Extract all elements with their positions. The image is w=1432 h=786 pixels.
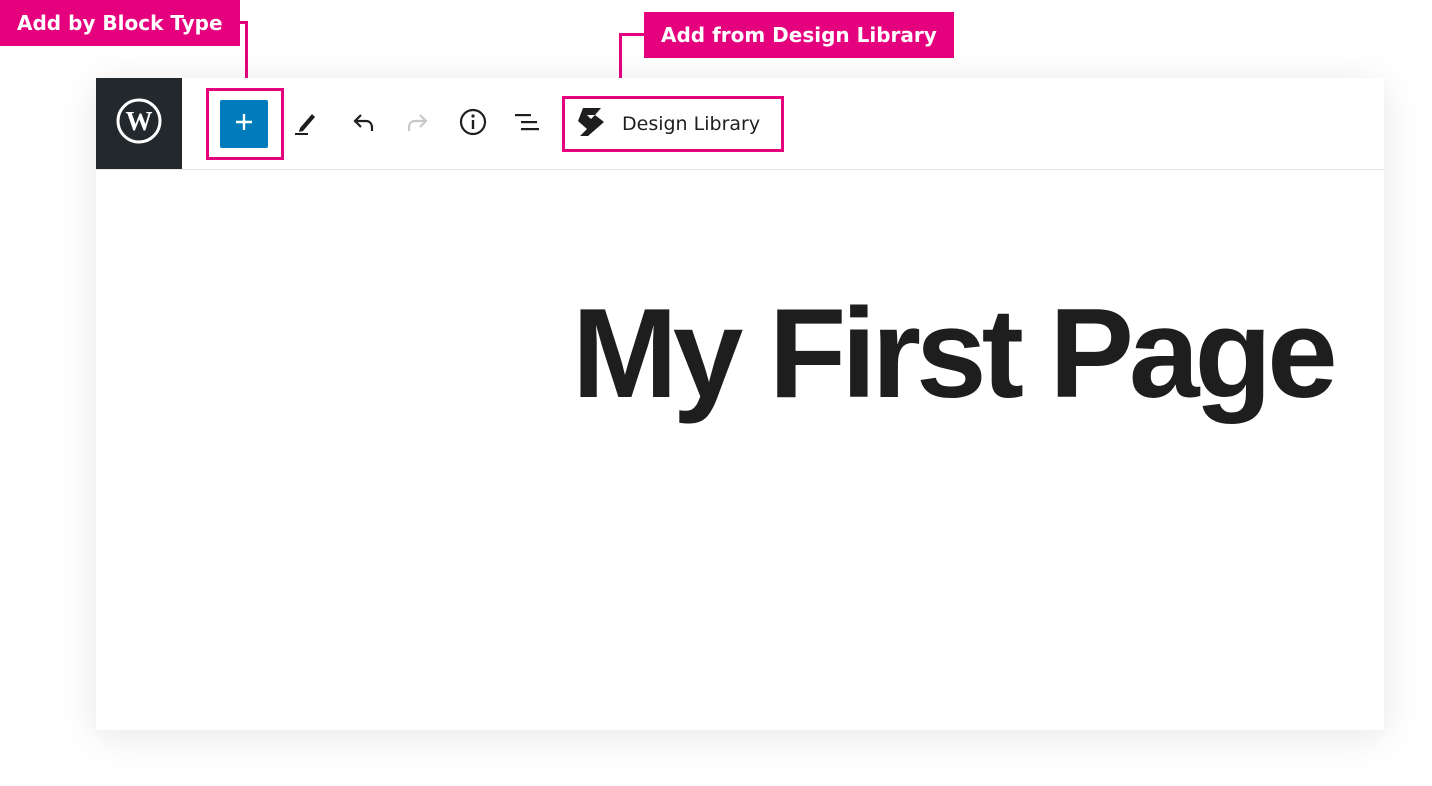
wordpress-logo-button[interactable]: W (96, 78, 182, 169)
list-view-icon (512, 107, 542, 142)
redo-button[interactable] (396, 102, 440, 146)
editor-window: W Design Library My First Page (96, 78, 1384, 730)
callout-connector-line (619, 33, 645, 36)
callout-add-by-block-type: Add by Block Type (0, 0, 240, 46)
details-button[interactable] (451, 102, 495, 146)
add-block-highlight-frame (206, 88, 284, 160)
info-icon (458, 107, 488, 142)
undo-icon (348, 107, 378, 142)
pencil-icon (291, 107, 321, 142)
list-view-button[interactable] (505, 102, 549, 146)
tools-button[interactable] (284, 102, 328, 146)
design-library-highlight-frame (562, 96, 784, 152)
callout-add-from-design-library: Add from Design Library (644, 12, 954, 58)
svg-text:W: W (126, 106, 153, 136)
undo-button[interactable] (341, 102, 385, 146)
page-title[interactable]: My First Page (572, 290, 1372, 417)
editor-toolbar: W Design Library (96, 78, 1384, 170)
wordpress-logo-icon: W (115, 97, 163, 150)
redo-icon (403, 107, 433, 142)
